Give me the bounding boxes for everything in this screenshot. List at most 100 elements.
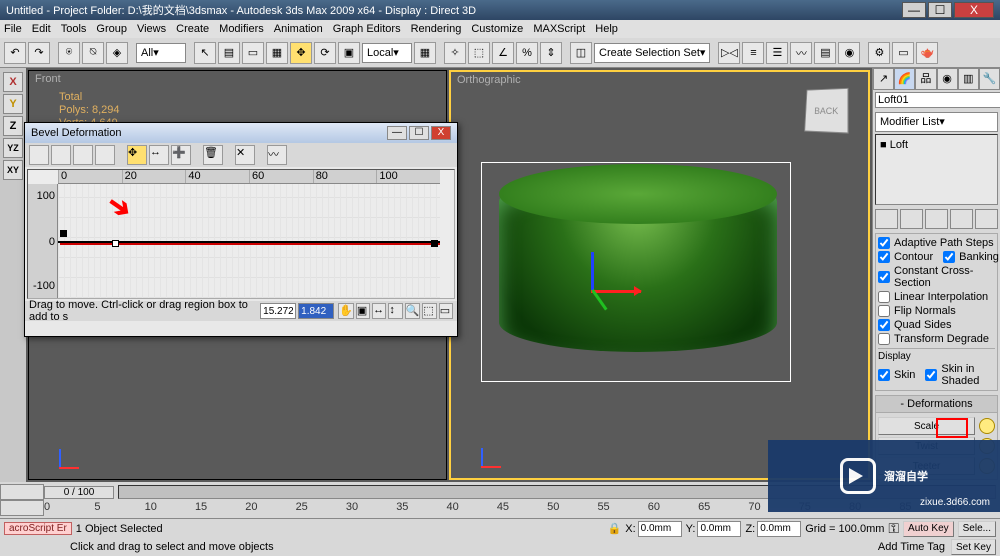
undo-icon[interactable]: ↶ xyxy=(4,42,26,64)
mirror-icon[interactable]: ▷◁ xyxy=(718,42,740,64)
menu-grapheditors[interactable]: Graph Editors xyxy=(333,23,401,35)
viewport-orthographic[interactable]: Orthographic BACK xyxy=(449,70,870,480)
angle-snap-icon[interactable]: ∠ xyxy=(492,42,514,64)
move-point-icon[interactable]: ✥ xyxy=(127,145,147,165)
display-x-icon[interactable] xyxy=(51,145,71,165)
create-tab-icon[interactable]: ↗ xyxy=(873,68,894,90)
zoom-region-icon[interactable]: ⬚ xyxy=(422,303,436,319)
zoom-h-icon[interactable]: ↔ xyxy=(372,303,386,319)
align-icon[interactable]: ≡ xyxy=(742,42,764,64)
dialog-minimize-button[interactable]: — xyxy=(387,126,407,140)
coord-y-field[interactable] xyxy=(697,521,741,537)
close-button[interactable]: X xyxy=(954,2,994,18)
show-result-icon[interactable] xyxy=(900,209,923,229)
linear-interp-checkbox[interactable] xyxy=(878,291,890,303)
bind-icon[interactable]: ◈ xyxy=(106,42,128,64)
menu-create[interactable]: Create xyxy=(176,23,209,35)
maxscript-error[interactable]: acroScript Er xyxy=(4,522,72,535)
axis-yz-button[interactable]: YZ xyxy=(3,138,23,158)
auto-key-button[interactable]: Auto Key xyxy=(903,521,954,537)
key-icon[interactable]: ⚿ xyxy=(888,520,899,537)
dialog-maximize-button[interactable]: ☐ xyxy=(409,126,429,140)
manipulate-icon[interactable]: ✧ xyxy=(444,42,466,64)
viewcube[interactable]: BACK xyxy=(804,88,848,134)
rect-select-icon[interactable]: ▭ xyxy=(242,42,264,64)
menu-tools[interactable]: Tools xyxy=(61,23,87,35)
render-frame-icon[interactable]: ▭ xyxy=(892,42,914,64)
menu-maxscript[interactable]: MAXScript xyxy=(533,23,585,35)
rotate-icon[interactable]: ⟳ xyxy=(314,42,336,64)
stack-item-loft[interactable]: ■ Loft xyxy=(878,137,995,153)
schematic-icon[interactable]: ▤ xyxy=(814,42,836,64)
spinner-snap-icon[interactable]: ⇕ xyxy=(540,42,562,64)
object-name-field[interactable] xyxy=(875,92,1000,108)
link-icon[interactable]: ⍟ xyxy=(58,42,80,64)
motion-tab-icon[interactable]: ◉ xyxy=(937,68,958,90)
utilities-tab-icon[interactable]: 🔧 xyxy=(979,68,1000,90)
axis-y-button[interactable]: Y xyxy=(3,94,23,114)
rollout-header[interactable]: - Deformations xyxy=(876,396,997,413)
scale-point-icon[interactable]: ↔ xyxy=(149,145,169,165)
render-icon[interactable]: 🫖 xyxy=(916,42,938,64)
quad-sides-checkbox[interactable] xyxy=(878,319,890,331)
modify-tab-icon[interactable]: 🌈 xyxy=(894,68,915,90)
gizmo-z-axis[interactable] xyxy=(591,252,594,292)
control-point[interactable] xyxy=(431,240,438,247)
insert-point-icon[interactable]: ➕ xyxy=(171,145,191,165)
window-crossing-icon[interactable]: ▦ xyxy=(266,42,288,64)
snap-icon[interactable]: ⬚ xyxy=(468,42,490,64)
bevel-value-2[interactable] xyxy=(298,303,334,319)
ref-coord-combo[interactable]: Local ▾ xyxy=(362,43,412,63)
dialog-titlebar[interactable]: Bevel Deformation — ☐ X xyxy=(25,123,457,143)
redo-icon[interactable]: ↷ xyxy=(28,42,50,64)
reset-icon[interactable]: ✕ xyxy=(235,145,255,165)
zoom-icon[interactable]: 🔍 xyxy=(405,303,421,319)
move-icon[interactable]: ✥ xyxy=(290,42,312,64)
bevel-value-1[interactable] xyxy=(260,303,296,319)
contour-checkbox[interactable] xyxy=(878,251,890,263)
constant-cross-checkbox[interactable] xyxy=(878,271,890,283)
scale-icon[interactable]: ▣ xyxy=(338,42,360,64)
menu-help[interactable]: Help xyxy=(595,23,618,35)
menu-edit[interactable]: Edit xyxy=(32,23,51,35)
bulb-icon[interactable] xyxy=(979,418,995,434)
trackbar-toggle[interactable] xyxy=(0,484,44,516)
menu-rendering[interactable]: Rendering xyxy=(411,23,462,35)
delete-point-icon[interactable]: 🗑 xyxy=(203,145,223,165)
add-time-tag[interactable]: Add Time Tag xyxy=(878,541,945,553)
menu-file[interactable]: File xyxy=(4,23,22,35)
menu-views[interactable]: Views xyxy=(137,23,166,35)
control-point[interactable] xyxy=(112,240,119,247)
axis-xy-button[interactable]: XY xyxy=(3,160,23,180)
bevel-deformation-window[interactable]: Bevel Deformation — ☐ X ✥ ↔ ➕ 🗑 ✕ 〰 0204… xyxy=(24,122,458,337)
selection-set-combo[interactable]: Create Selection Set ▾ xyxy=(594,43,710,63)
menu-group[interactable]: Group xyxy=(96,23,127,35)
display-xy-icon[interactable] xyxy=(95,145,115,165)
selection-filter-combo[interactable]: All ▾ xyxy=(136,43,186,63)
select-icon[interactable]: ↖ xyxy=(194,42,216,64)
unlink-icon[interactable]: ⍉ xyxy=(82,42,104,64)
gizmo-x-axis[interactable] xyxy=(591,290,641,293)
selected-button[interactable]: Sele... xyxy=(958,521,996,537)
curve-editor-icon[interactable]: 〰 xyxy=(790,42,812,64)
menu-modifiers[interactable]: Modifiers xyxy=(219,23,264,35)
coord-x-field[interactable] xyxy=(638,521,682,537)
pan-icon[interactable]: ✋ xyxy=(338,303,354,319)
make-unique-icon[interactable] xyxy=(925,209,948,229)
menu-animation[interactable]: Animation xyxy=(274,23,323,35)
control-point[interactable] xyxy=(60,230,67,237)
time-slider-handle[interactable]: 0 / 100 xyxy=(44,486,114,499)
named-sel-icon[interactable]: ◫ xyxy=(570,42,592,64)
render-setup-icon[interactable]: ⚙ xyxy=(868,42,890,64)
select-name-icon[interactable]: ▤ xyxy=(218,42,240,64)
flip-normals-checkbox[interactable] xyxy=(878,305,890,317)
modifier-list-combo[interactable]: Modifier List ▾ xyxy=(875,112,998,132)
zoom-v-icon[interactable]: ↕ xyxy=(388,303,402,319)
deformation-graph[interactable]: 020406080100 100 0 -100 ➔ xyxy=(27,169,455,299)
pin-stack-icon[interactable] xyxy=(875,209,898,229)
material-icon[interactable]: ◉ xyxy=(838,42,860,64)
axis-z-button[interactable]: Z xyxy=(3,116,23,136)
dialog-close-button[interactable]: X xyxy=(431,126,451,140)
modifier-stack[interactable]: ■ Loft xyxy=(875,134,998,205)
lock-icon[interactable]: 🔒 xyxy=(608,522,622,535)
